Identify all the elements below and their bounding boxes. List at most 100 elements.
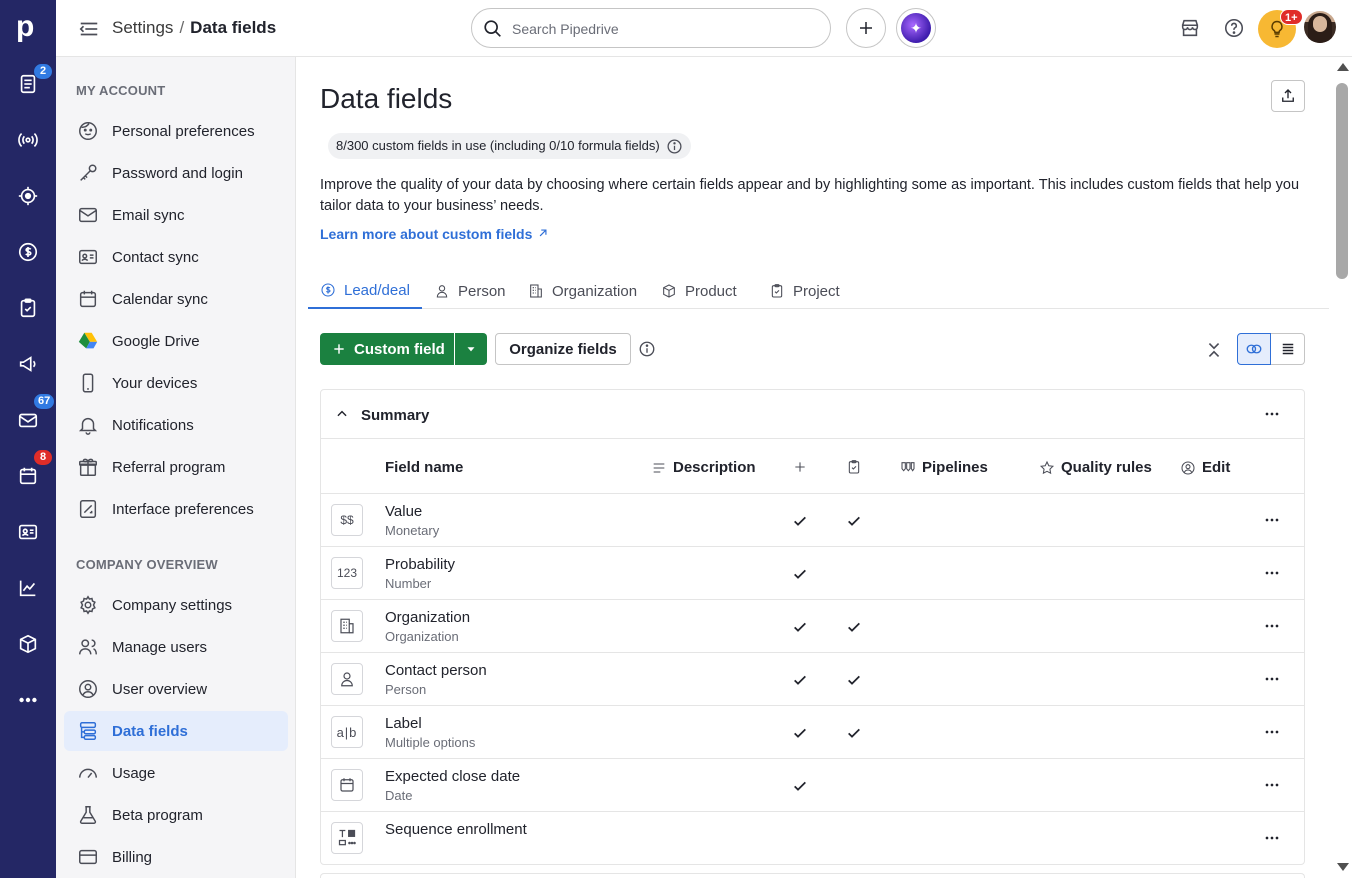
sidebar-item-manage-users[interactable]: Manage users: [64, 627, 288, 667]
scroll-thumb[interactable]: [1336, 83, 1348, 279]
sidebar-item-company-settings[interactable]: Company settings: [64, 585, 288, 625]
contacts-icon[interactable]: [0, 512, 56, 552]
more-options-icon[interactable]: [1262, 775, 1282, 795]
custom-field-dropdown-button[interactable]: [455, 333, 487, 365]
add-custom-field-button[interactable]: Custom field: [320, 333, 454, 365]
sidebar-item-label: Usage: [112, 764, 156, 782]
more-options-icon[interactable]: [1262, 669, 1282, 689]
table-row[interactable]: $$ Value Monetary: [321, 494, 1304, 547]
dollar-icon[interactable]: [0, 232, 56, 272]
table-row[interactable]: Contact person Person: [321, 653, 1304, 706]
search-icon: [484, 20, 501, 37]
more-options-icon[interactable]: [1262, 828, 1282, 848]
field-type: Monetary: [385, 523, 440, 538]
more-options-icon[interactable]: [1262, 563, 1282, 583]
breadcrumb-settings[interactable]: Settings: [112, 18, 173, 37]
sidebar-item-contact-sync[interactable]: Contact sync: [64, 237, 288, 277]
info-icon[interactable]: [666, 138, 683, 155]
sidebar-item-google-drive[interactable]: Google Drive: [64, 321, 288, 361]
search-box[interactable]: [471, 8, 831, 48]
marketplace-icon[interactable]: [1179, 17, 1201, 39]
more-options-icon[interactable]: [1262, 722, 1282, 742]
more-options-icon[interactable]: [1262, 616, 1282, 636]
avatar[interactable]: [1304, 11, 1336, 43]
sidebar-item-beta-program[interactable]: Beta program: [64, 795, 288, 835]
leads-icon[interactable]: [0, 120, 56, 160]
sidebar-item-notifications[interactable]: Notifications: [64, 405, 288, 445]
chevron-up-icon[interactable]: [335, 407, 349, 421]
sidebar-item-label: Personal preferences: [112, 122, 255, 140]
column-label: Pipelines: [922, 459, 988, 476]
sidebar-item-label: Calendar sync: [112, 290, 208, 308]
sidebar-item-your-devices[interactable]: Your devices: [64, 363, 288, 403]
export-button[interactable]: [1271, 80, 1305, 112]
sidebar-item-label: Email sync: [112, 206, 185, 224]
sidebar-item-personal-preferences[interactable]: Personal preferences: [64, 111, 288, 151]
more-options-icon[interactable]: [1262, 404, 1282, 424]
info-icon[interactable]: [638, 340, 656, 358]
sidebar-item-user-overview[interactable]: User overview: [64, 669, 288, 709]
calendar-icon[interactable]: 8: [0, 450, 56, 496]
summary-header[interactable]: Summary: [321, 390, 1304, 439]
field-type: Number: [385, 576, 432, 591]
ai-assistant-button[interactable]: ✦: [896, 8, 936, 48]
person-icon: [436, 285, 448, 298]
tab-project[interactable]: Project: [757, 273, 852, 309]
field-type: Organization: [385, 629, 459, 644]
organize-fields-button[interactable]: Organize fields: [495, 333, 631, 365]
target-icon[interactable]: [0, 176, 56, 216]
organization-type-icon: [331, 610, 363, 642]
person-icon: [341, 672, 353, 687]
sidebar-item-label: Password and login: [112, 164, 243, 182]
products-icon[interactable]: [0, 624, 56, 664]
tab-organization[interactable]: Organization: [516, 273, 649, 309]
list-view-button[interactable]: [1271, 333, 1305, 365]
scroll-down-arrow[interactable]: [1337, 863, 1349, 871]
table-header: Field name Description Pipelines Quality…: [321, 439, 1304, 494]
learn-more-link[interactable]: Learn more about custom fields: [320, 226, 550, 242]
sidebar-item-password-and-login[interactable]: Password and login: [64, 153, 288, 193]
help-icon[interactable]: [1223, 17, 1245, 39]
sidebar-item-usage[interactable]: Usage: [64, 753, 288, 793]
check-icon: [794, 516, 806, 526]
key-icon: [76, 161, 100, 185]
phone-icon: [76, 371, 100, 395]
sidebar-item-label: Company settings: [112, 596, 233, 614]
multiple-options-type-icon: a|b: [331, 716, 363, 748]
mail-badge: 67: [34, 394, 55, 409]
sidebar-item-referral-program[interactable]: Referral program: [64, 447, 288, 487]
table-row[interactable]: Sequence enrollment: [321, 812, 1304, 864]
collapse-all-icon[interactable]: [1203, 339, 1225, 361]
sidebar-item-data-fields[interactable]: Data fields: [64, 711, 288, 751]
tab-product[interactable]: Product: [649, 273, 749, 309]
table-row[interactable]: Expected close date Date: [321, 759, 1304, 812]
sidebar-item-calendar-sync[interactable]: Calendar sync: [64, 279, 288, 319]
collapse-menu-icon[interactable]: [78, 18, 100, 40]
mail-icon[interactable]: 67: [0, 394, 56, 440]
main-scrollbar[interactable]: [1332, 57, 1352, 878]
more-icon[interactable]: [0, 680, 56, 720]
search-input[interactable]: [512, 18, 812, 40]
more-options-icon[interactable]: [1262, 510, 1282, 530]
quick-add-button[interactable]: [846, 8, 886, 48]
tab-person[interactable]: Person: [422, 273, 518, 309]
grouped-view-icon: [1246, 344, 1262, 354]
deals-icon[interactable]: 2: [0, 64, 56, 104]
table-row[interactable]: a|b Label Multiple options: [321, 706, 1304, 759]
campaigns-icon[interactable]: [0, 344, 56, 384]
sidebar-item-label: Data fields: [112, 722, 188, 740]
scroll-up-arrow[interactable]: [1337, 63, 1349, 71]
breadcrumb-separator: /: [179, 18, 185, 37]
sidebar-item-label: Notifications: [112, 416, 194, 434]
table-row[interactable]: Organization Organization: [321, 600, 1304, 653]
insights-icon[interactable]: [0, 568, 56, 608]
sidebar-item-email-sync[interactable]: Email sync: [64, 195, 288, 235]
table-row[interactable]: 123 Probability Number: [321, 547, 1304, 600]
tab-lead-deal[interactable]: Lead/deal: [308, 273, 422, 309]
sidebar-item-billing[interactable]: Billing: [64, 837, 288, 877]
activities-icon[interactable]: [0, 288, 56, 328]
grouped-view-button[interactable]: [1237, 333, 1271, 365]
field-name: Contact person: [385, 662, 487, 679]
sidebar-item-interface-preferences[interactable]: Interface preferences: [64, 489, 288, 529]
pipedrive-logo[interactable]: p: [16, 12, 40, 42]
